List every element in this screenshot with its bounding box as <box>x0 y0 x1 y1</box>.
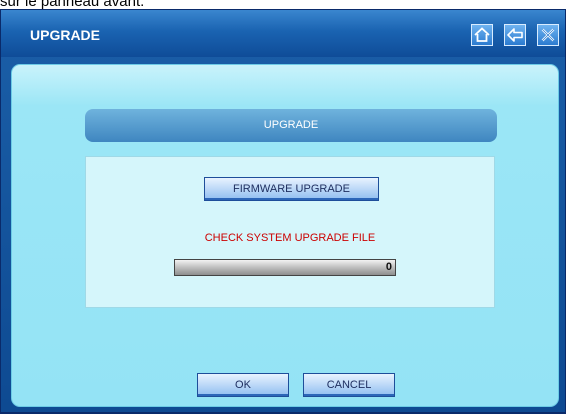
section-header: UPGRADE <box>85 109 497 142</box>
status-message: CHECK SYSTEM UPGRADE FILE <box>204 232 376 244</box>
back-button[interactable] <box>504 24 526 46</box>
title-bar: UPGRADE <box>1 10 565 57</box>
upgrade-window: UPGRADE UPGRADE FIRMWARE UPGRADE CHECK S… <box>0 9 566 414</box>
progress-value: 0 <box>385 261 392 273</box>
home-icon <box>474 27 490 42</box>
ok-button[interactable]: OK <box>197 373 289 397</box>
cancel-button[interactable]: CANCEL <box>303 373 395 397</box>
window-title: UPGRADE <box>30 27 101 43</box>
page-caption-fragment: sur le panneau avant. <box>0 0 145 10</box>
upgrade-progress-bar: 0 <box>174 259 396 276</box>
back-arrow-icon <box>507 28 523 42</box>
upgrade-panel: FIRMWARE UPGRADE CHECK SYSTEM UPGRADE FI… <box>85 156 495 308</box>
close-button[interactable] <box>537 24 559 46</box>
close-icon <box>541 28 555 42</box>
firmware-upgrade-button[interactable]: FIRMWARE UPGRADE <box>204 177 379 201</box>
home-button[interactable] <box>471 24 493 46</box>
content-area: UPGRADE FIRMWARE UPGRADE CHECK SYSTEM UP… <box>11 64 559 407</box>
